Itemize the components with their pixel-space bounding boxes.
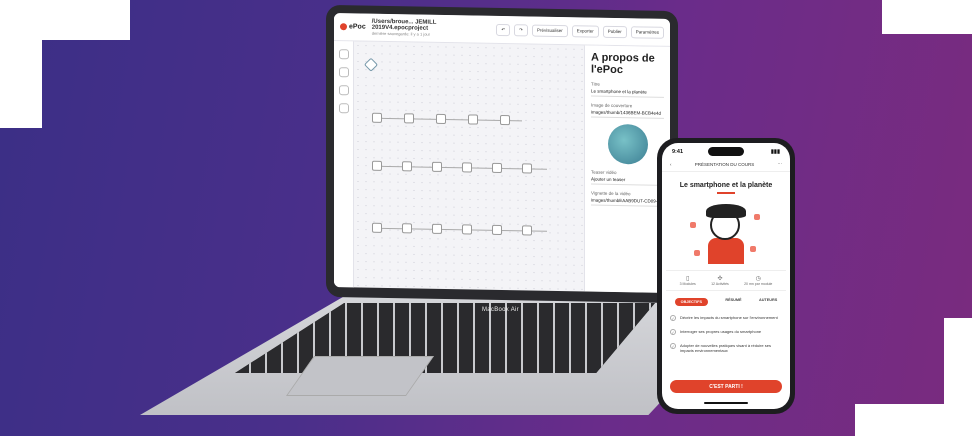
flow-node[interactable] bbox=[492, 224, 502, 235]
stat-label: 12 Activités bbox=[711, 282, 729, 286]
flow-line bbox=[372, 227, 547, 232]
illus-decoration bbox=[694, 250, 700, 256]
home-indicator bbox=[704, 402, 748, 404]
phone: 9:41 ▮▮▮ ‹ PRÉSENTATION DU COURS ⋯ Le sm… bbox=[657, 138, 795, 414]
illus-hair bbox=[706, 204, 746, 218]
title-underline bbox=[717, 192, 735, 194]
app-name: ePoc bbox=[349, 23, 366, 31]
tool-icon[interactable] bbox=[338, 49, 349, 60]
stat-label: 3 Modules bbox=[679, 282, 696, 286]
start-node[interactable] bbox=[363, 57, 379, 72]
cover-image bbox=[607, 123, 648, 165]
flow-node[interactable] bbox=[402, 223, 412, 234]
back-icon[interactable]: ‹ bbox=[670, 162, 672, 167]
battery-icon: ▮▮▮ bbox=[770, 149, 780, 155]
illus-decoration bbox=[690, 222, 696, 228]
objective-text: Décrire les impacts du smartphone sur l'… bbox=[680, 315, 778, 320]
objective-text: Adopter de nouvelles pratiques visant à … bbox=[680, 343, 771, 353]
header-title: PRÉSENTATION DU COURS bbox=[694, 161, 755, 167]
flow-node[interactable] bbox=[372, 112, 382, 123]
status-time: 9:41 bbox=[672, 149, 684, 155]
dynamic-island bbox=[708, 147, 744, 156]
clock-icon: ◷ bbox=[755, 276, 761, 282]
add-trailer-button[interactable]: Ajouter un teaser bbox=[591, 174, 664, 186]
laptop-brand: MacBook Air bbox=[482, 307, 519, 313]
white-corner bbox=[0, 40, 42, 128]
flow-node[interactable] bbox=[402, 161, 412, 172]
laptop-screen: ePoc /Users/broue... JEMILL 2019V4.epocp… bbox=[334, 13, 670, 293]
illus-decoration bbox=[754, 214, 760, 220]
laptop-lid: ePoc /Users/broue... JEMILL 2019V4.epocp… bbox=[326, 4, 678, 304]
check-icon: ✓ bbox=[670, 343, 676, 349]
flow-line bbox=[372, 165, 547, 170]
stat-duration: ◷ 20 mn par module bbox=[744, 275, 772, 286]
phone-header: ‹ PRÉSENTATION DU COURS ⋯ bbox=[662, 157, 790, 172]
objective-item: ✓ Décrire les impacts du smartphone sur l… bbox=[662, 311, 790, 325]
course-stats: ▯ 3 Modules ✣ 12 Activités ◷ 20 mn par modu… bbox=[666, 270, 786, 291]
tool-icon[interactable] bbox=[338, 85, 349, 96]
more-icon[interactable]: ⋯ bbox=[778, 161, 783, 167]
objective-item: ✓ Interroger ses propres usages du smartp… bbox=[662, 325, 790, 339]
redo-button[interactable]: ↷ bbox=[514, 23, 528, 36]
flow-node[interactable] bbox=[372, 222, 382, 233]
tab-summary[interactable]: RÉSUMÉ bbox=[725, 298, 741, 306]
flow-node[interactable] bbox=[492, 162, 502, 173]
check-icon: ✓ bbox=[670, 329, 676, 335]
check-icon: ✓ bbox=[670, 315, 676, 321]
flow-node[interactable] bbox=[432, 161, 442, 172]
objective-item: ✓ Adopter de nouvelles pratiques visant à… bbox=[662, 339, 790, 357]
flow-node[interactable] bbox=[462, 162, 472, 173]
course-title: Le smartphone et la planète bbox=[679, 182, 773, 189]
settings-button[interactable]: Paramètres bbox=[630, 25, 664, 39]
tool-sidebar bbox=[334, 41, 354, 288]
course-tabs: OBJECTIFS RÉSUMÉ AUTEURS bbox=[662, 293, 790, 311]
logo-icon bbox=[340, 23, 347, 31]
tool-icon[interactable] bbox=[338, 67, 349, 78]
tool-icon[interactable] bbox=[338, 103, 349, 114]
flow-node[interactable] bbox=[404, 113, 414, 124]
cover-field[interactable]: images/thumb/1436BEM-BCB4e4d bbox=[591, 107, 664, 119]
flow-node[interactable] bbox=[372, 160, 382, 171]
white-corner bbox=[882, 0, 972, 34]
book-icon: ▯ bbox=[686, 276, 690, 282]
title-field[interactable]: Le smartphone et la planète bbox=[591, 86, 664, 98]
stat-label: 20 mn par module bbox=[744, 282, 773, 286]
illus-decoration bbox=[750, 246, 756, 252]
poster-field[interactable]: images/thumbEAAB9DUT-CD09-4A bbox=[591, 195, 664, 207]
start-button[interactable]: C'EST PARTI ! bbox=[670, 380, 782, 393]
flow-node[interactable] bbox=[500, 114, 510, 126]
file-subtitle: dernière sauvegarde: il y a 1 jour bbox=[371, 30, 430, 37]
app-logo: ePoc bbox=[340, 23, 366, 31]
flow-node[interactable] bbox=[522, 225, 532, 236]
publish-button[interactable]: Exporter bbox=[571, 24, 599, 38]
preview-button[interactable]: Prévisualiser bbox=[531, 24, 568, 37]
tab-objectives[interactable]: OBJECTIFS bbox=[674, 298, 708, 306]
flow-node[interactable] bbox=[436, 113, 446, 125]
file-info: /Users/broue... JEMILL 2019V4.epocprojec… bbox=[372, 19, 491, 38]
course-illustration bbox=[686, 202, 766, 266]
white-corner bbox=[855, 404, 972, 436]
stat-activities: ✣ 12 Activités bbox=[711, 275, 729, 286]
phone-screen: 9:41 ▮▮▮ ‹ PRÉSENTATION DU COURS ⋯ Le sm… bbox=[662, 143, 790, 409]
flow-node[interactable] bbox=[522, 163, 532, 174]
undo-button[interactable]: ↶ bbox=[496, 23, 511, 36]
puzzle-icon: ✣ bbox=[717, 276, 723, 282]
tab-authors[interactable]: AUTEURS bbox=[759, 298, 777, 306]
panel-title: A propos de l'ePoc bbox=[591, 51, 655, 77]
flow-node[interactable] bbox=[468, 114, 478, 125]
objective-text: Interroger ses propres usages du smartph… bbox=[680, 329, 762, 334]
white-corner bbox=[0, 0, 130, 40]
flow-canvas[interactable] bbox=[354, 41, 584, 292]
illus-body bbox=[708, 238, 744, 264]
flow-node[interactable] bbox=[432, 223, 442, 234]
export-button[interactable]: Publier bbox=[602, 25, 627, 38]
flow-node[interactable] bbox=[462, 224, 472, 235]
stat-modules: ▯ 3 Modules bbox=[680, 275, 696, 286]
